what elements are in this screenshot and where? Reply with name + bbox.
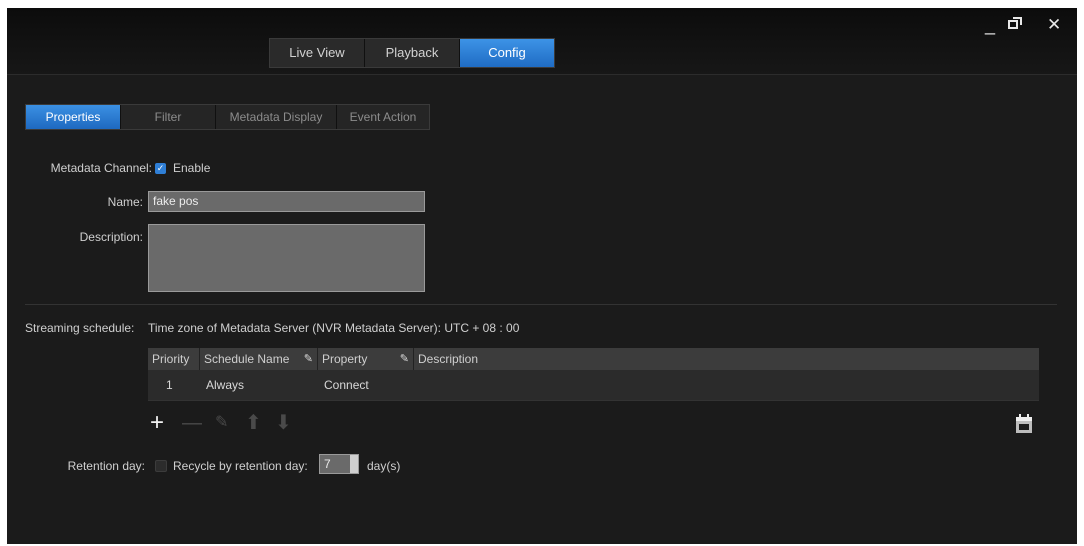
name-field[interactable]: fake pos	[148, 191, 425, 212]
timezone-text: Time zone of Metadata Server (NVR Metada…	[148, 321, 520, 335]
col-property[interactable]: Property ✎	[318, 348, 414, 370]
sub-tabs: Properties Filter Metadata Display Event…	[25, 104, 430, 130]
col-schedule-name[interactable]: Schedule Name ✎	[200, 348, 318, 370]
col-priority[interactable]: Priority	[148, 348, 200, 370]
enable-checkbox[interactable]: ✓	[155, 163, 166, 174]
table-header: Priority Schedule Name ✎ Property ✎ Desc…	[148, 348, 1039, 370]
recycle-checkbox[interactable]	[155, 460, 167, 472]
schedule-table: Priority Schedule Name ✎ Property ✎ Desc…	[148, 348, 1039, 401]
subtab-metadata-display[interactable]: Metadata Display	[216, 105, 337, 129]
subtab-properties[interactable]: Properties	[26, 105, 121, 129]
name-label: Name:	[107, 195, 143, 209]
enable-label: Enable	[173, 161, 211, 175]
retention-day-label: Retention day:	[67, 459, 145, 473]
top-bar: _ ✕ Live View Playback Config	[7, 8, 1077, 75]
app-window: _ ✕ Live View Playback Config Properties…	[7, 8, 1077, 544]
cell-schedule-name: Always	[206, 378, 245, 392]
subtab-filter[interactable]: Filter	[121, 105, 216, 129]
restore-svg	[1008, 17, 1022, 29]
cell-priority: 1	[166, 378, 173, 392]
description-field[interactable]	[148, 224, 425, 292]
days-unit-label: day(s)	[367, 459, 401, 473]
metadata-channel-label: Metadata Channel:	[50, 161, 152, 175]
arrow-down-icon[interactable]: ⬇	[275, 412, 292, 434]
minus-icon[interactable]: —	[182, 412, 202, 434]
main-tabs: Live View Playback Config	[269, 38, 555, 68]
col-description[interactable]: Description	[414, 348, 1039, 370]
subtab-event-action[interactable]: Event Action	[337, 105, 429, 129]
pencil-icon: ✎	[303, 353, 313, 365]
section-divider	[25, 304, 1057, 305]
tab-config[interactable]: Config	[460, 39, 554, 67]
cell-property: Connect	[324, 378, 369, 392]
description-label: Description:	[79, 230, 143, 244]
plus-icon[interactable]: +	[150, 411, 164, 435]
streaming-schedule-label: Streaming schedule:	[25, 321, 135, 335]
tab-playback[interactable]: Playback	[365, 39, 460, 67]
pencil-icon[interactable]: ✎	[215, 412, 228, 434]
cell-description	[414, 370, 1039, 400]
col-schedule-name-label: Schedule Name	[204, 352, 290, 366]
calendar-svg	[1016, 414, 1032, 433]
col-property-label: Property	[322, 352, 368, 366]
restore-icon[interactable]	[1007, 14, 1023, 36]
minimize-icon[interactable]: _	[985, 14, 995, 36]
recycle-label: Recycle by retention day:	[173, 459, 308, 473]
tab-live-view[interactable]: Live View	[270, 39, 365, 67]
arrow-up-icon[interactable]: ⬆	[245, 412, 262, 434]
spinner-arrows-icon[interactable]	[350, 455, 358, 473]
table-row[interactable]: 1 Always Connect	[148, 370, 1039, 401]
calendar-icon[interactable]	[1015, 414, 1033, 439]
close-icon[interactable]: ✕	[1047, 14, 1061, 36]
pencil-icon: ✎	[399, 353, 409, 365]
